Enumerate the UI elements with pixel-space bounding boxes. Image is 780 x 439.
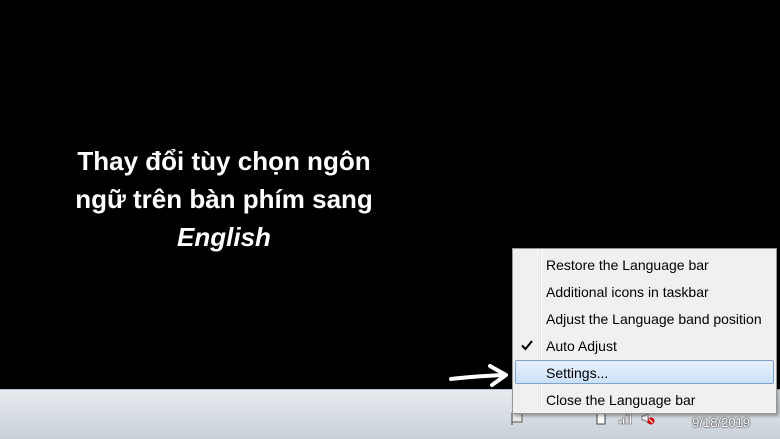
taskbar-date[interactable]: 9/18/2019 bbox=[692, 415, 750, 430]
menu-item-label: Additional icons in taskbar bbox=[546, 284, 709, 300]
menu-item-adjust-band-position[interactable]: Adjust the Language band position bbox=[515, 306, 774, 330]
menu-item-restore-language-bar[interactable]: Restore the Language bar bbox=[515, 252, 774, 276]
menu-item-close-language-bar[interactable]: Close the Language bar bbox=[515, 387, 774, 411]
menu-item-settings[interactable]: Settings... bbox=[515, 360, 774, 384]
caption-line-3: English bbox=[177, 222, 271, 252]
menu-item-label: Auto Adjust bbox=[546, 338, 617, 354]
menu-item-auto-adjust[interactable]: Auto Adjust bbox=[515, 333, 774, 357]
menu-item-label: Restore the Language bar bbox=[546, 257, 709, 273]
language-bar-context-menu: Restore the Language bar Additional icon… bbox=[512, 248, 777, 414]
menu-item-additional-icons[interactable]: Additional icons in taskbar bbox=[515, 279, 774, 303]
menu-item-label: Close the Language bar bbox=[546, 392, 696, 408]
menu-item-label: Settings... bbox=[546, 365, 609, 381]
caption-line-2: ngữ trên bàn phím sang bbox=[75, 184, 373, 214]
instruction-caption: Thay đổi tùy chọn ngôn ngữ trên bàn phím… bbox=[40, 142, 408, 256]
pointing-arrow-icon bbox=[449, 364, 508, 387]
menu-item-label: Adjust the Language band position bbox=[546, 311, 762, 327]
checkmark-icon bbox=[521, 340, 533, 351]
caption-line-1: Thay đổi tùy chọn ngôn bbox=[77, 146, 371, 176]
